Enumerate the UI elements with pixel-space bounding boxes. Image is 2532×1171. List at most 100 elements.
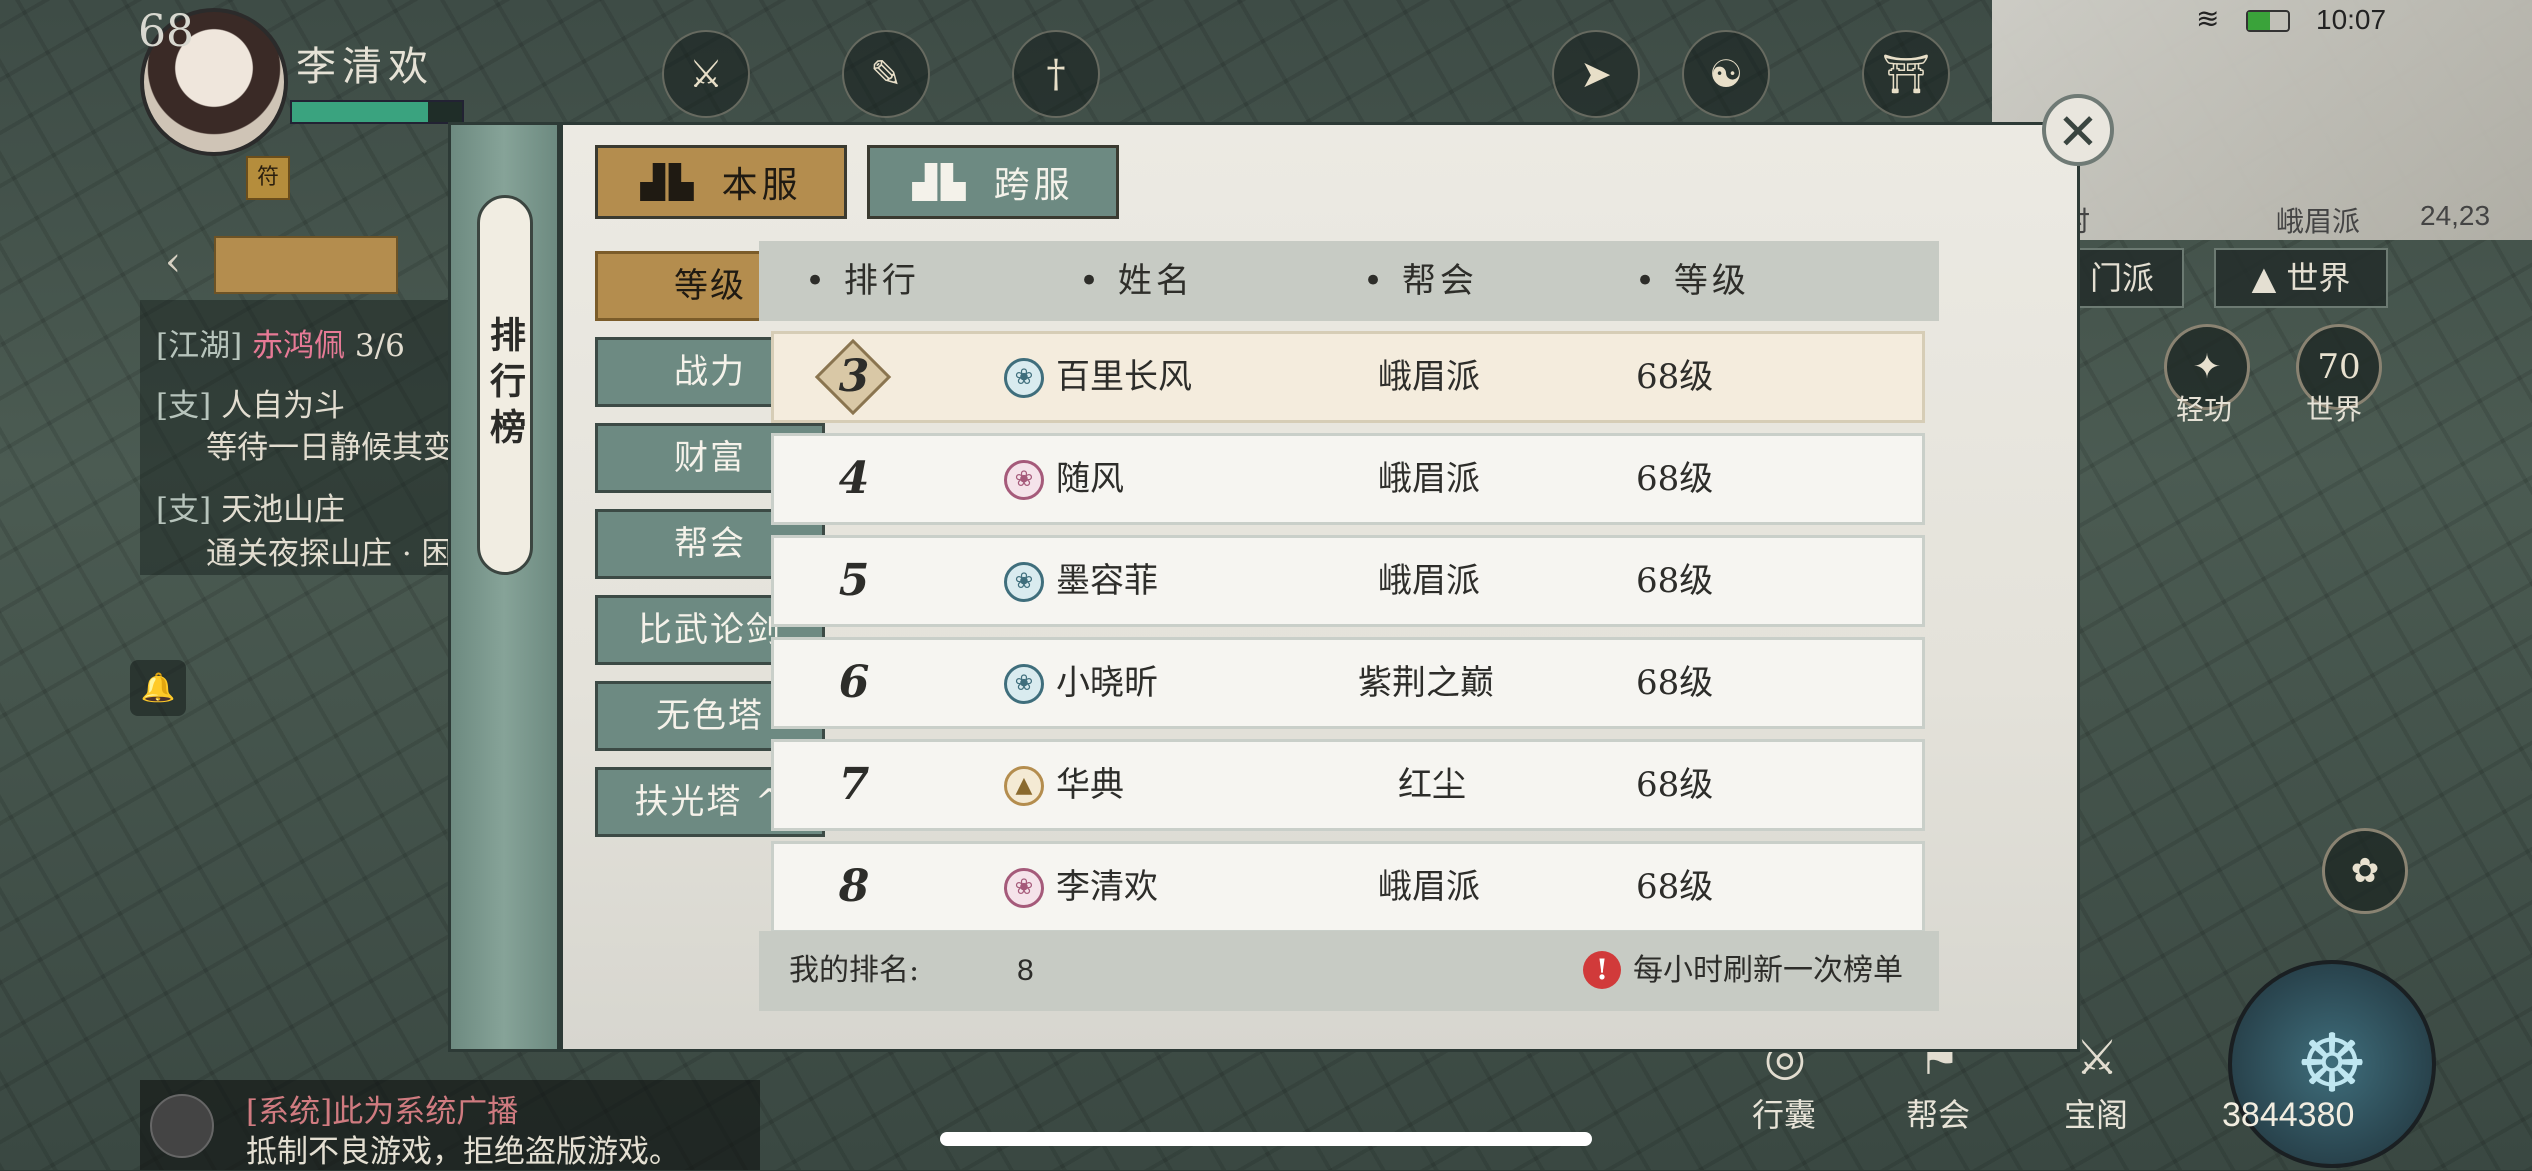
lotus-blue-icon: ❀ — [1004, 562, 1044, 602]
chat-broadcast: 此为系统广播 — [332, 1094, 519, 1130]
row-guild: 峨眉派 — [1378, 561, 1480, 601]
arrow-icon[interactable]: ➤ — [1552, 30, 1640, 118]
battle-icon[interactable]: ⚔ — [662, 30, 750, 118]
row-rank: 3 — [838, 351, 870, 402]
row-guild: 峨眉派 — [1378, 867, 1480, 907]
row-name: 李清欢 — [1056, 867, 1158, 907]
header-name: • 姓名 — [1079, 261, 1194, 301]
row-rank: 5 — [838, 555, 870, 606]
modal-body: ▟▙ 本服 ▟▙ 跨服 等级 战力 财富 帮会 比武论剑 无色塔 扶光塔 ^ •… — [560, 122, 2080, 1052]
ranking-row[interactable]: 5 ❀ 墨容菲 峨眉派 68级 — [771, 535, 1925, 627]
scroll-icon[interactable]: ✎ — [842, 30, 930, 118]
ranking-row[interactable]: 8 ❀ 李清欢 峨眉派 68级 — [771, 841, 1925, 933]
row-rank: 7 — [838, 759, 870, 810]
header-rank: • 排行 — [805, 261, 920, 301]
battery-icon — [2246, 10, 2290, 32]
world-channel-button[interactable]: ▲ 世界 — [2214, 248, 2388, 308]
world-channel-label: 世界 — [2286, 259, 2351, 297]
gate-icon[interactable]: ⛩ — [1862, 30, 1950, 118]
lotus-pink-icon: ❀ — [1004, 868, 1044, 908]
qinggong-label: 轻功 — [2176, 393, 2233, 426]
ranking-footer: 我的排名: 8 ! 每小时刷新一次榜单 — [759, 931, 1939, 1011]
bar-chart-icon: ▟▙ — [640, 163, 698, 201]
pagoda-gold-icon: ▲ — [1004, 766, 1044, 806]
ranking-header: • 排行 • 姓名 • 帮会 • 等级 — [759, 241, 1939, 321]
player-hp-bar — [290, 100, 464, 124]
back-arrow-icon[interactable]: ‹ — [148, 240, 198, 284]
alert-icon: ! — [1583, 951, 1621, 989]
bar-chart-icon: ▟▙ — [912, 163, 970, 201]
meditate-button[interactable]: ☸ — [2228, 960, 2436, 1168]
row-level: 68级 — [1636, 663, 1714, 703]
wifi-icon: ≋ — [2196, 2, 2220, 35]
world-level-label: 世界 — [2306, 393, 2363, 426]
sword-icon[interactable]: † — [1012, 30, 1100, 118]
notification-bell-icon[interactable]: 🔔 — [130, 660, 186, 716]
header-guild: • 帮会 — [1363, 261, 1478, 301]
my-rank-label: 我的排名: — [789, 953, 920, 988]
tab-local-label: 本服 — [721, 165, 802, 206]
lotus-blue-icon: ❀ — [1004, 664, 1044, 704]
quest-item[interactable]: [江湖] 赤鸿佩 3/6 — [156, 320, 405, 365]
modal-spine: 排行榜 — [448, 122, 560, 1052]
quest-tab[interactable] — [214, 236, 398, 294]
quest-tag: [支] — [156, 388, 212, 424]
header-level: • 等级 — [1635, 261, 1750, 301]
row-rank: 8 — [838, 861, 870, 912]
tab-cross-server[interactable]: ▟▙ 跨服 — [867, 145, 1119, 219]
row-rank: 6 — [838, 657, 870, 708]
row-level: 68级 — [1636, 459, 1714, 499]
row-guild: 紫荆之巅 — [1358, 663, 1494, 703]
row-level: 68级 — [1636, 561, 1714, 601]
quest-progress: 3/6 — [354, 328, 405, 364]
ranking-row[interactable]: 6 ❀ 小晓昕 紫荆之巅 68级 — [771, 637, 1925, 729]
quest-title: 天池山庄 — [221, 492, 346, 528]
lotus-pink-icon: ❀ — [1004, 460, 1044, 500]
quest-detail: 等待一日静候其变 — [206, 430, 454, 466]
close-icon[interactable]: ✕ — [2042, 94, 2114, 166]
quest-title: 人自为斗 — [221, 388, 346, 424]
meditation-icon[interactable]: ☯ — [1682, 30, 1770, 118]
row-guild: 红尘 — [1398, 765, 1466, 805]
quest-item[interactable]: [支] 人自为斗 — [156, 380, 345, 425]
row-name: 百里长风 — [1056, 357, 1192, 397]
row-name: 小晓昕 — [1056, 663, 1158, 703]
quest-item[interactable]: [支] 天池山庄 — [156, 484, 345, 529]
buff-icon[interactable]: 符 — [246, 156, 290, 200]
row-level: 68级 — [1636, 357, 1714, 397]
player-level: 68 — [138, 6, 194, 57]
ranking-row[interactable]: 4 ❀ 随风 峨眉派 68级 — [771, 433, 1925, 525]
player-hp-fill — [292, 102, 428, 122]
quest-detail: 通关夜探山庄 · 困 — [206, 536, 453, 572]
row-rank: 4 — [838, 453, 870, 504]
ranking-row[interactable]: 7 ▲ 华典 红尘 68级 — [771, 739, 1925, 831]
leaderboard-modal: 排行榜 ▟▙ 本服 ▟▙ 跨服 等级 战力 财富 帮会 比武论剑 无色塔 扶光塔… — [448, 94, 2114, 1052]
my-rank-value: 8 — [1017, 954, 1034, 987]
ranking-row[interactable]: 3 ❀ 百里长风 峨眉派 68级 — [771, 331, 1925, 423]
chat-line-1: [系统]此为系统广播 — [246, 1086, 518, 1131]
quest-tag: [支] — [156, 492, 212, 528]
guild-label: 帮会 — [1906, 1096, 1971, 1134]
home-indicator[interactable] — [940, 1132, 1592, 1146]
bag-label: 行囊 — [1752, 1096, 1817, 1134]
leaderboard-title-text: 排行榜 — [484, 316, 526, 454]
header-name-label: 姓名 — [1117, 261, 1194, 301]
quest-title: 赤鸿佩 — [252, 328, 346, 364]
system-chat[interactable]: [系统]此为系统广播 抵制不良游戏，拒绝盗版游戏。 — [140, 1080, 760, 1170]
treasure-label: 宝阁 — [2064, 1096, 2129, 1134]
ranking-list[interactable]: • 排行 • 姓名 • 帮会 • 等级 3 ❀ 百里长风 峨眉派 68级 4 ❀… — [759, 241, 1939, 1011]
skill-flower-icon[interactable]: ✿ — [2322, 828, 2408, 914]
refresh-note: 每小时刷新一次榜单 — [1633, 953, 1903, 988]
row-name: 随风 — [1056, 459, 1124, 499]
map-coords: 24,23 — [2420, 200, 2491, 231]
row-guild: 峨眉派 — [1378, 357, 1480, 397]
chat-channel-icon[interactable] — [150, 1094, 214, 1158]
map-location: 峨眉派 — [2276, 205, 2361, 238]
quest-tracker[interactable]: [江湖] 赤鸿佩 3/6 [支] 人自为斗 等待一日静候其变 [支] 天池山庄 … — [140, 300, 460, 575]
row-level: 68级 — [1636, 867, 1714, 907]
quest-tag: [江湖] — [156, 328, 243, 364]
tab-local-server[interactable]: ▟▙ 本服 — [595, 145, 847, 219]
header-guild-label: 帮会 — [1401, 261, 1478, 301]
header-rank-label: 排行 — [843, 261, 920, 301]
player-name: 李清欢 — [296, 44, 434, 90]
